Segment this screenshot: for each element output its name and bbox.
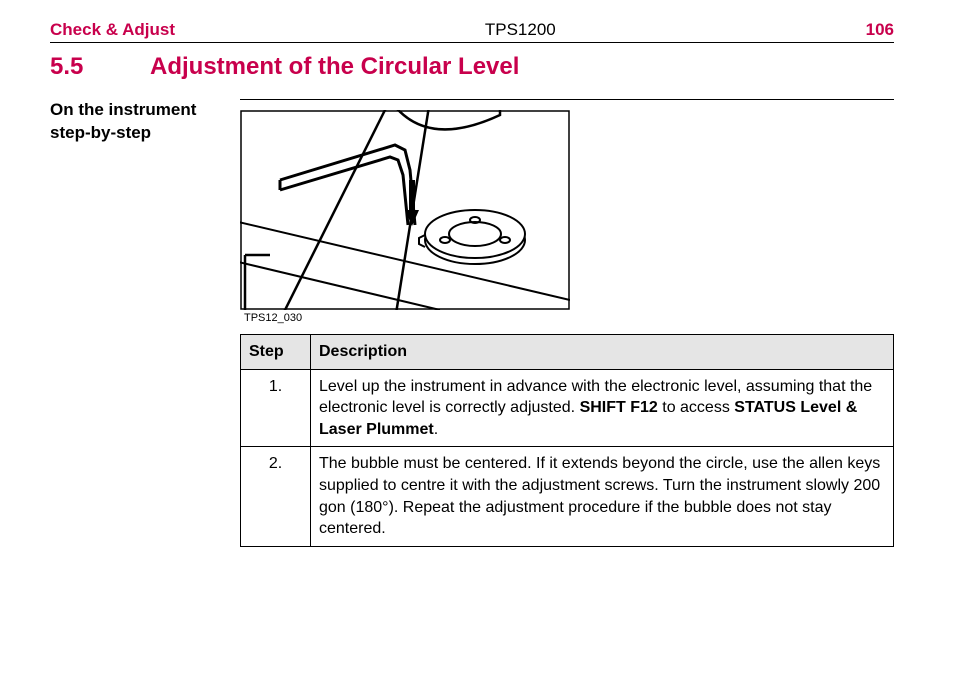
header-page-number: 106	[866, 20, 894, 40]
figure: TPS12_030	[240, 110, 894, 324]
text-run: The bubble must be centered. If it exten…	[319, 455, 880, 537]
text-run: to access	[658, 399, 734, 416]
page-header: Check & Adjust TPS1200 106	[50, 20, 894, 43]
col-header-description: Description	[311, 335, 894, 370]
header-model: TPS1200	[485, 20, 556, 40]
step-number: 2.	[241, 447, 311, 546]
header-section-name: Check & Adjust	[50, 20, 175, 40]
table-row: 1. Level up the instrument in advance wi…	[241, 369, 894, 447]
adjustment-diagram-icon	[240, 110, 570, 310]
main-column: TPS12_030 Step Description 1. Level up t…	[240, 99, 894, 547]
table-header-row: Step Description	[241, 335, 894, 370]
step-number: 1.	[241, 369, 311, 447]
document-page: Check & Adjust TPS1200 106 5.5 Adjustmen…	[0, 0, 954, 567]
section-number: 5.5	[50, 53, 150, 81]
text-run-bold: SHIFT F12	[580, 399, 658, 416]
step-description: Level up the instrument in advance with …	[311, 369, 894, 447]
col-header-step: Step	[241, 335, 311, 370]
text-run: .	[434, 421, 438, 438]
step-description: The bubble must be centered. If it exten…	[311, 447, 894, 546]
figure-caption: TPS12_030	[244, 312, 894, 324]
section-heading: 5.5 Adjustment of the Circular Level	[50, 53, 894, 81]
side-label: On the instrument step-by-step	[50, 99, 240, 547]
steps-table: Step Description 1. Level up the instrum…	[240, 334, 894, 547]
section-title: Adjustment of the Circular Level	[150, 53, 519, 81]
table-row: 2. The bubble must be centered. If it ex…	[241, 447, 894, 546]
content-row: On the instrument step-by-step	[50, 99, 894, 547]
